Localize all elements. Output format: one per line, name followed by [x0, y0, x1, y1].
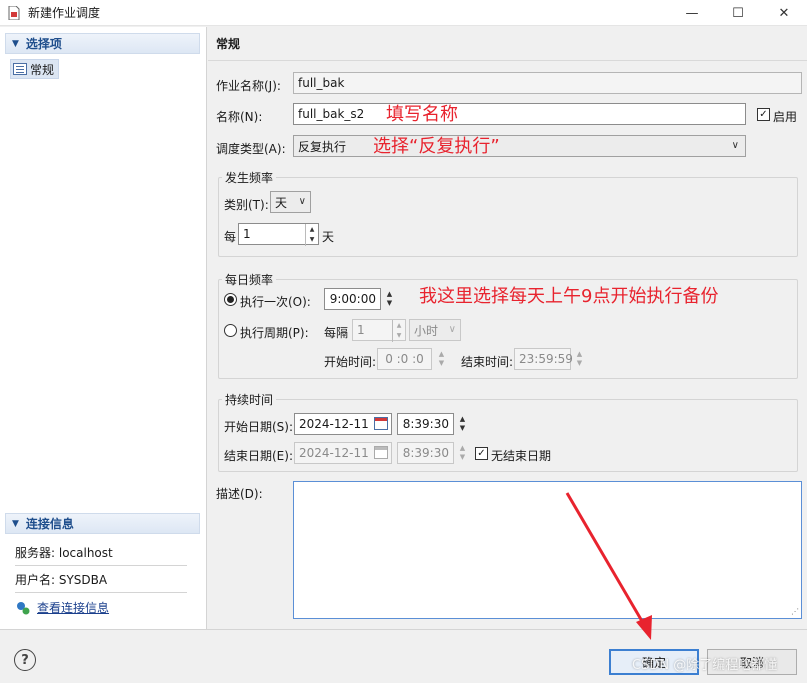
- sidebar-item-label: 常规: [30, 62, 55, 77]
- title-bar: 新建作业调度 — ☐ ✕: [0, 0, 807, 26]
- category-label: 类别(T):: [224, 198, 269, 212]
- job-name-label: 作业名称(J):: [216, 79, 281, 93]
- window-title: 新建作业调度: [28, 6, 101, 20]
- collapse-triangle-icon: ▼: [12, 518, 19, 529]
- calendar-icon[interactable]: [374, 417, 388, 430]
- resize-grip-icon: ⋰: [791, 607, 799, 616]
- schedule-type-select[interactable]: 反复执行 ∨: [293, 135, 746, 157]
- end-date-input[interactable]: 2024-12-11: [294, 442, 392, 464]
- help-icon[interactable]: ?: [14, 649, 36, 671]
- options-section-title: 选择项: [25, 37, 62, 51]
- end-date-label: 结束日期(E):: [224, 449, 293, 463]
- options-section-header[interactable]: ▼ 选择项: [5, 33, 200, 54]
- description-textarea[interactable]: ⋰: [293, 481, 802, 619]
- enabled-checkbox[interactable]: ✓: [757, 108, 770, 121]
- page-title: 常规: [216, 37, 241, 51]
- once-time-input[interactable]: 9:00:00: [324, 288, 381, 310]
- enabled-label: 启用: [773, 110, 798, 124]
- connection-icon: [15, 600, 31, 616]
- category-value: 天: [275, 195, 288, 210]
- start-date-time-spinner[interactable]: ▲ ▼: [457, 413, 468, 435]
- annotation-name: 填写名称: [386, 104, 458, 125]
- interval-unit-select[interactable]: 小时 ∨: [409, 319, 461, 341]
- interval-spinner[interactable]: ▲ ▼: [392, 320, 405, 342]
- watermark: CSDN @除了编程啥都懂: [632, 658, 778, 673]
- daily-group-title: 每日频率: [222, 271, 277, 288]
- start-time-spinner[interactable]: ▲ ▼: [436, 348, 447, 370]
- end-date-value: 2024-12-11: [299, 446, 369, 460]
- divider: [208, 60, 807, 61]
- collapse-triangle-icon: ▼: [12, 38, 19, 49]
- left-panel: ▼ 选择项 常规 ▼ 连接信息 服务器: localhost 用户名: SYSD…: [0, 27, 207, 629]
- annotation-type: 选择“反复执行”: [373, 136, 500, 157]
- start-time-label: 开始时间:: [324, 355, 377, 369]
- start-date-label: 开始日期(S):: [224, 420, 294, 434]
- schedule-type-value: 反复执行: [298, 139, 347, 154]
- once-radio[interactable]: [224, 293, 237, 306]
- once-label: 执行一次(O):: [240, 295, 311, 309]
- end-date-time-input[interactable]: 8:39:30: [397, 442, 454, 464]
- no-end-date-label: 无结束日期: [491, 449, 552, 463]
- calendar-icon[interactable]: [374, 446, 388, 459]
- start-date-value: 2024-12-11: [299, 417, 369, 431]
- end-time-spinner[interactable]: ▲ ▼: [574, 348, 585, 370]
- name-input[interactable]: full_bak_s2: [293, 103, 746, 125]
- interval-input[interactable]: 1 ▲ ▼: [352, 319, 406, 342]
- view-connection-link[interactable]: 查看连接信息: [37, 599, 109, 616]
- connection-section-header[interactable]: ▼ 连接信息: [5, 513, 200, 534]
- user-text: 用户名: SYSDBA: [15, 572, 108, 587]
- main-panel: 常规 作业名称(J): full_bak 名称(N): full_bak_s2 …: [208, 27, 807, 629]
- duration-group-title: 持续时间: [222, 391, 277, 408]
- view-connection-info[interactable]: 查看连接信息: [15, 599, 109, 616]
- name-label: 名称(N):: [216, 110, 263, 124]
- chevron-down-icon: ∨: [731, 140, 739, 151]
- chevron-down-icon: ∨: [298, 196, 306, 207]
- chevron-down-icon: ∨: [448, 324, 456, 335]
- job-name-field[interactable]: full_bak: [293, 72, 802, 94]
- end-time-input[interactable]: 23:59:59: [514, 348, 573, 370]
- start-date-input[interactable]: 2024-12-11: [294, 413, 392, 435]
- every-unit: 天: [322, 230, 335, 244]
- every-spinner[interactable]: ▲ ▼: [305, 224, 318, 246]
- user-info: 用户名: SYSDBA: [15, 566, 187, 593]
- once-time-spinner[interactable]: ▲ ▼: [384, 288, 395, 310]
- interval-value: 1: [357, 323, 365, 337]
- every-value: 1: [243, 227, 251, 241]
- start-time-input[interactable]: 0 :0 :0: [377, 348, 432, 370]
- no-end-date-checkbox[interactable]: ✓: [475, 447, 488, 460]
- server-text: 服务器: localhost: [15, 545, 113, 560]
- maximize-button[interactable]: ☐: [715, 0, 761, 26]
- minimize-button[interactable]: —: [669, 0, 715, 26]
- annotation-daily: 我这里选择每天上午9点开始执行备份: [419, 286, 719, 307]
- category-select[interactable]: 天 ∨: [270, 191, 311, 213]
- frequency-group-title: 发生频率: [222, 169, 277, 186]
- list-icon: [13, 63, 27, 75]
- start-date-time-input[interactable]: 8:39:30: [397, 413, 454, 435]
- period-label: 执行周期(P):: [240, 326, 309, 340]
- schedule-type-label: 调度类型(A):: [216, 142, 286, 156]
- period-radio[interactable]: [224, 324, 237, 337]
- interval-unit-value: 小时: [414, 323, 439, 338]
- description-label: 描述(D):: [216, 487, 263, 501]
- sidebar-item-general[interactable]: 常规: [10, 59, 60, 79]
- footer-bar: ? 确定 取消 CSDN @除了编程啥都懂: [0, 629, 807, 683]
- server-info: 服务器: localhost: [15, 539, 187, 566]
- every-input[interactable]: 1 ▲ ▼: [238, 223, 319, 246]
- app-icon: [8, 5, 20, 20]
- every-label: 每: [224, 230, 237, 244]
- close-button[interactable]: ✕: [761, 0, 807, 26]
- end-date-time-spinner[interactable]: ▲ ▼: [457, 442, 468, 464]
- connection-section-title: 连接信息: [25, 517, 74, 531]
- interval-label: 每隔: [324, 326, 349, 340]
- end-time-label: 结束时间:: [461, 355, 514, 369]
